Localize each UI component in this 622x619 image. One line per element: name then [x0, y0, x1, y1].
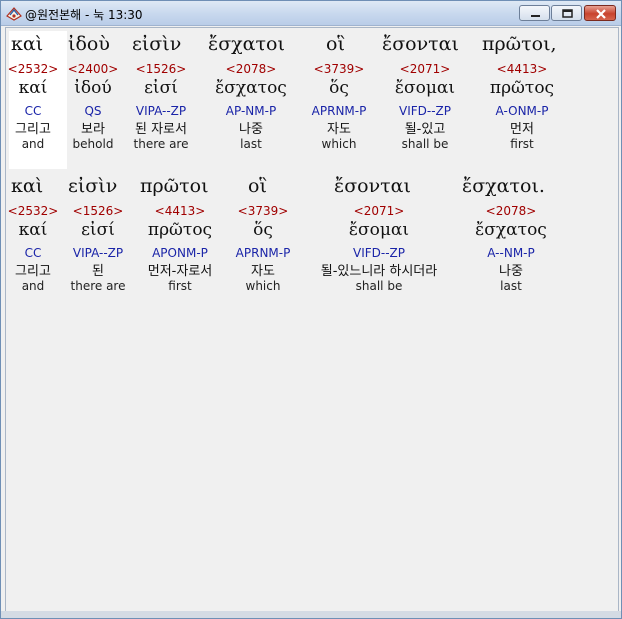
greek-word[interactable]: ἔσονται: [334, 175, 411, 197]
greek-word[interactable]: εἰσὶν: [132, 33, 181, 55]
lemma: εἰσί: [81, 220, 115, 240]
word-column[interactable]: <4413> πρῶτος A-ONM-P 먼저 first: [472, 62, 572, 151]
lemma: ἔσομαι: [394, 78, 456, 98]
strong-number[interactable]: <2078>: [201, 62, 301, 76]
morph-code: VIPA--ZP: [72, 246, 124, 260]
korean-gloss: 그리고: [15, 122, 51, 137]
morph-code: A--NM-P: [487, 246, 535, 260]
word-column[interactable]: <4413> πρῶτος APONM-P 먼저-자로서 first: [130, 204, 230, 293]
greek-word[interactable]: καὶ: [11, 33, 43, 55]
strong-number[interactable]: <4413>: [130, 204, 230, 218]
strong-number[interactable]: <2071>: [299, 204, 459, 218]
greek-word[interactable]: εἰσὶν: [68, 175, 117, 197]
korean-gloss: 자도: [327, 122, 351, 137]
lemma: ἔσχατος: [215, 78, 287, 98]
korean-gloss: 자도: [251, 264, 275, 279]
maximize-icon: [562, 9, 573, 18]
greek-word[interactable]: οἳ: [248, 175, 267, 197]
english-gloss: shall be: [401, 137, 449, 151]
window-title: @원전본해 - 눅 13:30: [25, 8, 143, 22]
close-button[interactable]: [584, 5, 616, 21]
word-column[interactable]: <2532> καί CC 그리고 and: [6, 62, 63, 151]
lemma: πρῶτος: [489, 78, 555, 98]
english-gloss: first: [168, 279, 192, 293]
strong-number[interactable]: <1526>: [58, 204, 138, 218]
korean-gloss: 먼저: [510, 122, 534, 137]
maximize-button[interactable]: [551, 5, 582, 21]
english-gloss: and: [21, 279, 45, 293]
lemma: καί: [18, 220, 48, 240]
strong-number[interactable]: <2071>: [380, 62, 470, 76]
strong-number[interactable]: <3739>: [294, 62, 384, 76]
morph-code: AP-NM-P: [225, 104, 277, 118]
lemma: ὅς: [253, 220, 273, 240]
korean-gloss: 된 자로서: [135, 122, 187, 137]
lemma: καί: [18, 78, 48, 98]
english-gloss: first: [510, 137, 534, 151]
english-gloss: last: [240, 137, 262, 151]
word-column[interactable]: <2078> ἔσχατος AP-NM-P 나중 last: [201, 62, 301, 151]
strong-number[interactable]: <1526>: [116, 62, 206, 76]
close-icon: [596, 9, 606, 19]
morph-code: APRNM-P: [311, 104, 367, 118]
korean-gloss: 될-있고: [404, 122, 446, 137]
lemma: ὅς: [329, 78, 349, 98]
interlinear-panel[interactable]: καὶ ἰδοὺ εἰσὶν ἔσχατοι οἳ ἔσονται πρῶτοι…: [5, 27, 619, 612]
word-column[interactable]: <3739> ὅς APRNM-P 자도 which: [294, 62, 384, 151]
bottom-edge: [1, 611, 621, 618]
english-gloss: which: [321, 137, 357, 151]
morph-code: APRNM-P: [235, 246, 291, 260]
english-gloss: there are: [133, 137, 189, 151]
strong-number[interactable]: <2532>: [6, 62, 63, 76]
word-column[interactable]: <3739> ὅς APRNM-P 자도 which: [218, 204, 308, 293]
english-gloss: and: [21, 137, 45, 151]
minimize-icon: [531, 15, 540, 17]
korean-gloss: 된: [92, 264, 104, 279]
morph-code: CC: [24, 246, 42, 260]
greek-word[interactable]: οἳ: [326, 33, 345, 55]
minimize-button[interactable]: [519, 5, 550, 21]
greek-word[interactable]: ἔσονται: [382, 33, 459, 55]
korean-gloss: 나중: [499, 264, 523, 279]
word-column[interactable]: <2078> ἔσχατος A--NM-P 나중 last: [461, 204, 561, 293]
greek-word[interactable]: πρῶτοι: [140, 175, 209, 197]
app-logo-icon: [5, 4, 23, 22]
korean-gloss: 그리고: [15, 264, 51, 279]
word-column[interactable]: <1526> εἰσί VIPA--ZP 된 there are: [58, 204, 138, 293]
english-gloss: shall be: [355, 279, 403, 293]
korean-gloss: 먼저-자로서: [147, 264, 213, 279]
morph-code: VIFD--ZP: [398, 104, 451, 118]
strong-number[interactable]: <3739>: [218, 204, 308, 218]
word-column[interactable]: <2532> καί CC 그리고 and: [6, 204, 63, 293]
morph-code: APONM-P: [152, 246, 208, 260]
title-bar[interactable]: @원전본해 - 눅 13:30: [1, 1, 621, 26]
greek-word[interactable]: πρῶτοι,: [482, 33, 557, 55]
greek-word[interactable]: ἔσχατοι: [208, 33, 285, 55]
strong-number[interactable]: <2532>: [6, 204, 63, 218]
word-column[interactable]: <2071> ἔσομαι VIFD--ZP 될-있느니라 하시더라 shall…: [299, 204, 459, 293]
word-column[interactable]: <2071> ἔσομαι VIFD--ZP 될-있고 shall be: [380, 62, 470, 151]
morph-code: A-ONM-P: [495, 104, 549, 118]
lemma: εἰσί: [144, 78, 178, 98]
word-column[interactable]: <1526> εἰσί VIPA--ZP 된 자로서 there are: [116, 62, 206, 151]
korean-gloss: 나중: [239, 122, 263, 137]
morph-code: CC: [24, 104, 42, 118]
english-gloss: which: [245, 279, 281, 293]
korean-gloss: 될-있느니라 하시더라: [320, 264, 438, 279]
strong-number[interactable]: <2078>: [461, 204, 561, 218]
lemma: ἔσομαι: [348, 220, 410, 240]
english-gloss: last: [500, 279, 522, 293]
greek-word[interactable]: καὶ: [11, 175, 43, 197]
strong-number[interactable]: <4413>: [472, 62, 572, 76]
morph-code: VIPA--ZP: [135, 104, 187, 118]
morph-code: VIFD--ZP: [352, 246, 405, 260]
greek-word[interactable]: ἰδοὺ: [68, 33, 110, 55]
lemma: πρῶτος: [147, 220, 213, 240]
english-gloss: there are: [70, 279, 126, 293]
greek-word[interactable]: ἔσχατοι.: [462, 175, 545, 197]
app-window: @원전본해 - 눅 13:30 καὶ ἰδοὺ εἰσὶν ἔσχατοι ο…: [0, 0, 622, 619]
lemma: ἔσχατος: [475, 220, 547, 240]
